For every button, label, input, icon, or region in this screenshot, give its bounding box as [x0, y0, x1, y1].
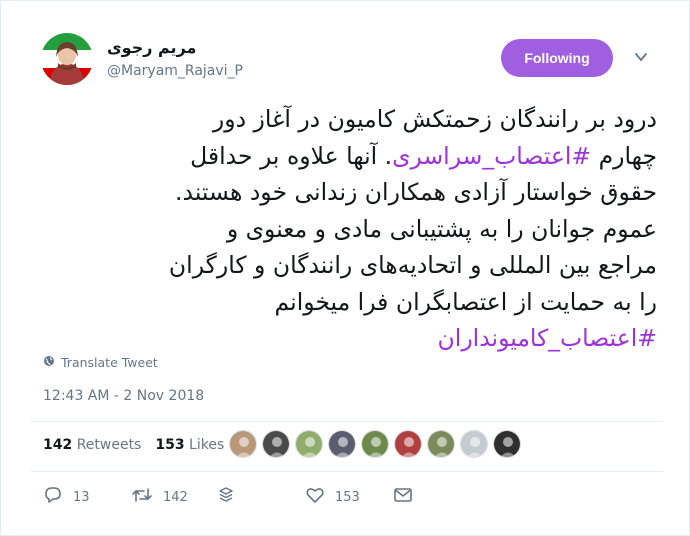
likes-count: 153: [155, 437, 185, 453]
liker-avatar[interactable]: [328, 430, 356, 458]
tweet-line: #اعتصاب_کامیونداران: [31, 320, 657, 357]
hashtag-link[interactable]: #اعتصاب_کامیونداران: [438, 324, 657, 352]
chevron-down-icon[interactable]: [633, 49, 649, 65]
likes-stat[interactable]: 153 Likes: [155, 437, 224, 453]
reply-count: 13: [73, 489, 90, 505]
following-button[interactable]: Following: [501, 39, 613, 77]
tweet-actions: 13 142 153: [43, 486, 443, 508]
liker-avatars: [229, 430, 521, 458]
stack-icon: [217, 486, 235, 508]
globe-icon: [43, 355, 55, 370]
tweet-line-prefix: چهارم: [591, 141, 657, 170]
retweets-count: 142: [43, 437, 73, 453]
retweets-stat[interactable]: 142 Retweets: [43, 437, 141, 453]
stack-button[interactable]: [217, 486, 235, 508]
divider: [31, 421, 663, 422]
liker-avatar[interactable]: [361, 430, 389, 458]
direct-message-button[interactable]: [393, 486, 413, 508]
liker-avatar[interactable]: [295, 430, 323, 458]
tweet-line: را به حمایت از اعتصابگران فرا میخوانم: [274, 287, 657, 316]
retweets-label: Retweets: [76, 437, 142, 453]
liker-avatar[interactable]: [229, 430, 257, 458]
liker-avatar[interactable]: [493, 430, 521, 458]
author-handle[interactable]: @Maryam_Rajavi_P: [107, 63, 243, 79]
retweet-button[interactable]: 142: [131, 486, 188, 508]
tweet-card: مریم رجوی @Maryam_Rajavi_P Following درو…: [0, 0, 690, 536]
like-button[interactable]: 153: [305, 486, 360, 508]
translate-label: Translate Tweet: [61, 355, 158, 370]
hashtag-link[interactable]: #اعتصاب_سراسری: [392, 142, 591, 170]
tweet-line-suffix: . آنها علاوه بر حداقل: [190, 141, 393, 170]
engagement-stats: 142 Retweets 153 Likes: [43, 437, 224, 453]
retweet-icon: [131, 486, 153, 508]
author-avatar[interactable]: [41, 33, 93, 85]
liker-avatar[interactable]: [427, 430, 455, 458]
tweet-line: چهارم #اعتصاب_سراسری. آنها علاوه بر حداق…: [31, 138, 657, 175]
liker-avatar[interactable]: [460, 430, 488, 458]
translate-tweet-link[interactable]: Translate Tweet: [43, 355, 158, 370]
heart-icon: [305, 486, 325, 508]
author-name[interactable]: مریم رجوی: [107, 38, 196, 57]
likes-label: Likes: [189, 437, 225, 453]
tweet-line: مراجع بین المللی و اتحادیه‌های رانندگان …: [168, 251, 657, 279]
reply-button[interactable]: 13: [43, 486, 90, 508]
envelope-icon: [393, 486, 413, 508]
tweet-line: درود بر رانندگان زحمتکش کامیون در آغاز د…: [212, 105, 657, 133]
tweet-line: حقوق خواستار آزادی همکاران زندانی خود هس…: [175, 178, 657, 206]
divider: [31, 471, 663, 472]
reply-icon: [43, 486, 63, 508]
liker-avatar[interactable]: [394, 430, 422, 458]
liker-avatar[interactable]: [262, 430, 290, 458]
retweet-count: 142: [163, 489, 188, 505]
tweet-timestamp[interactable]: 12:43 AM - 2 Nov 2018: [43, 388, 204, 404]
tweet-text: درود بر رانندگان زحمتکش کامیون در آغاز د…: [31, 101, 657, 357]
like-count: 153: [335, 489, 360, 505]
tweet-line: عموم جوانان را به پشتیبانی مادی و معنوی …: [226, 214, 657, 243]
